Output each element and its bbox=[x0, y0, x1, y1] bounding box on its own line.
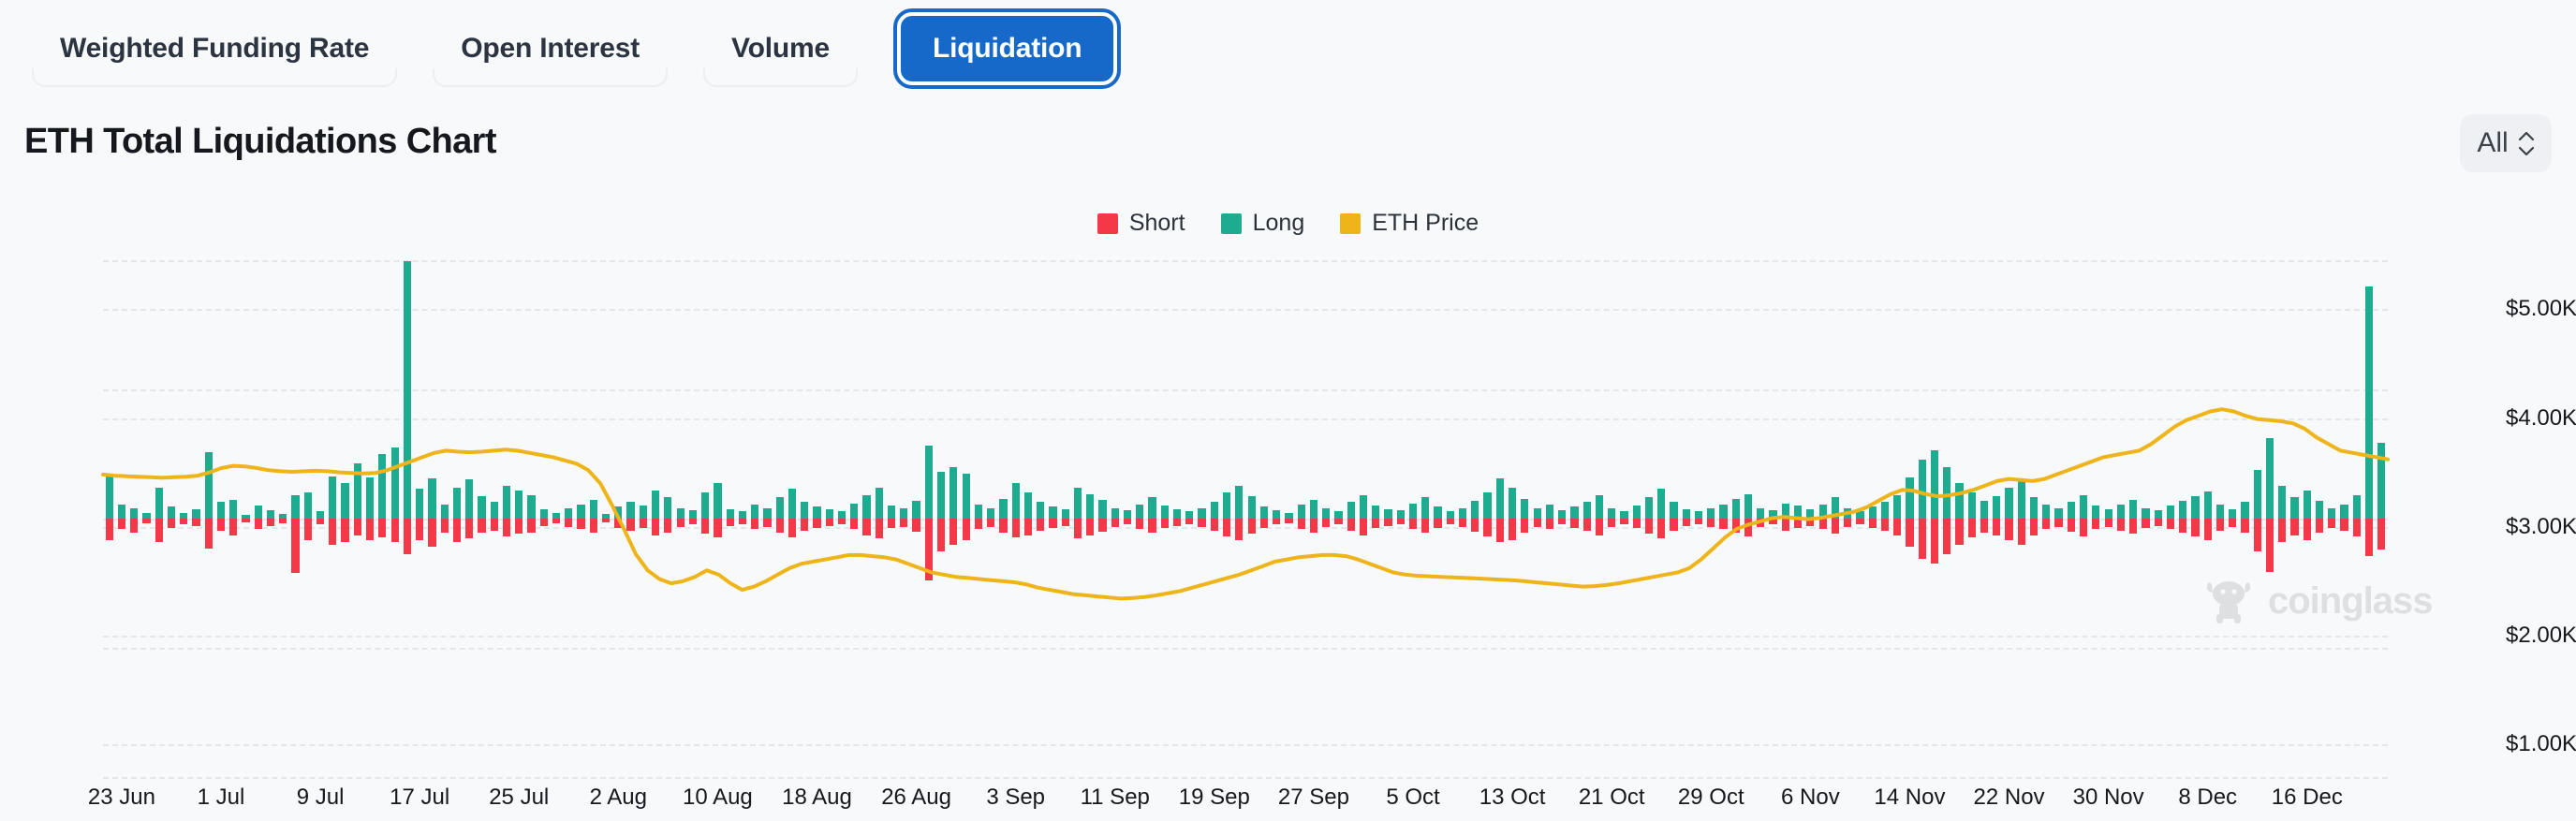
y-axis-right-tick: $1.00K bbox=[2506, 731, 2576, 757]
x-axis-tick: 16 Dec bbox=[2272, 784, 2343, 811]
tab-weighted-funding-rate[interactable]: Weighted Funding Rate bbox=[24, 14, 405, 83]
y-axis-right-tick: $4.00K bbox=[2506, 405, 2576, 432]
x-axis-tick: 3 Sep bbox=[986, 784, 1045, 811]
legend-item-eth-price[interactable]: ETH Price bbox=[1340, 210, 1479, 237]
price-line-path bbox=[103, 409, 2388, 598]
y-axis-right-tick: $2.00K bbox=[2506, 623, 2576, 649]
x-axis-tick: 11 Sep bbox=[1081, 784, 1150, 811]
legend-swatch-long bbox=[1221, 213, 1242, 234]
tab-label: Volume bbox=[731, 33, 830, 65]
page-title: ETH Total Liquidations Chart bbox=[24, 122, 496, 162]
gridline bbox=[103, 777, 2388, 779]
tab-label: Liquidation bbox=[933, 33, 1082, 65]
x-axis-tick: 30 Nov bbox=[2073, 784, 2144, 811]
x-axis-tick: 13 Oct bbox=[1479, 784, 1546, 811]
time-range-select[interactable]: All bbox=[2460, 114, 2552, 172]
x-axis-tick: 23 Jun bbox=[88, 784, 155, 811]
legend-label-eth-price: ETH Price bbox=[1372, 210, 1479, 237]
x-axis-tick: 8 Dec bbox=[2178, 784, 2237, 811]
x-axis-tick: 1 Jul bbox=[198, 784, 245, 811]
x-axis-tick: 2 Aug bbox=[590, 784, 647, 811]
legend-label-long: Long bbox=[1253, 210, 1305, 237]
x-axis-tick: 27 Sep bbox=[1278, 784, 1349, 811]
tab-open-interest[interactable]: Open Interest bbox=[425, 14, 675, 83]
x-axis-tick: 10 Aug bbox=[683, 784, 753, 811]
chart-tab-bar: Weighted Funding Rate Open Interest Volu… bbox=[0, 0, 2576, 97]
x-axis-tick: 25 Jul bbox=[489, 784, 549, 811]
time-range-value: All bbox=[2477, 127, 2508, 159]
tab-volume[interactable]: Volume bbox=[696, 14, 865, 83]
chevron-up-down-icon bbox=[2518, 131, 2535, 156]
x-axis-tick: 26 Aug bbox=[881, 784, 951, 811]
chart-legend: Short Long ETH Price bbox=[0, 210, 2576, 237]
y-axis-right-tick: $5.00K bbox=[2506, 296, 2576, 322]
eth-price-line bbox=[103, 260, 2388, 777]
x-axis-tick: 22 Nov bbox=[1974, 784, 2045, 811]
x-axis-tick: 14 Nov bbox=[1874, 784, 1945, 811]
x-axis-tick: 9 Jul bbox=[297, 784, 345, 811]
legend-item-long[interactable]: Long bbox=[1221, 210, 1305, 237]
x-axis-tick: 19 Sep bbox=[1179, 784, 1250, 811]
y-axis-right-tick: $3.00K bbox=[2506, 514, 2576, 540]
x-axis-tick: 17 Jul bbox=[390, 784, 449, 811]
x-axis-tick: 29 Oct bbox=[1678, 784, 1744, 811]
x-axis-tick: 18 Aug bbox=[782, 784, 852, 811]
tab-label: Open Interest bbox=[461, 33, 640, 65]
tab-label: Weighted Funding Rate bbox=[60, 33, 369, 65]
x-axis-tick: 21 Oct bbox=[1579, 784, 1645, 811]
legend-label-short: Short bbox=[1129, 210, 1185, 237]
tab-liquidation[interactable]: Liquidation bbox=[897, 12, 1117, 85]
legend-item-short[interactable]: Short bbox=[1097, 210, 1185, 237]
legend-swatch-eth-price bbox=[1340, 213, 1361, 234]
x-axis-tick: 6 Nov bbox=[1781, 784, 1840, 811]
x-axis: 23 Jun1 Jul9 Jul17 Jul25 Jul2 Aug10 Aug1… bbox=[103, 784, 2388, 818]
liquidations-chart: $218.917M$109.459M$0$109.459M$218.917M $… bbox=[103, 260, 2388, 777]
x-axis-tick: 5 Oct bbox=[1386, 784, 1439, 811]
legend-swatch-short bbox=[1097, 213, 1118, 234]
